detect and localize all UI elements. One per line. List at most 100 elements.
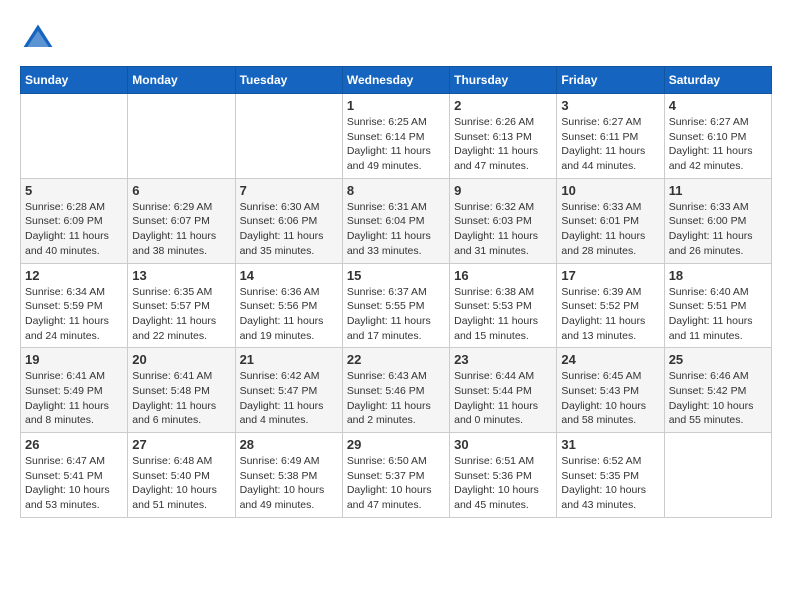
logo-icon (20, 20, 56, 56)
week-row-4: 19 Sunrise: 6:41 AM Sunset: 5:49 PM Dayli… (21, 348, 772, 433)
day-number: 13 (132, 268, 230, 283)
day-number: 26 (25, 437, 123, 452)
calendar-cell: 18Sunrise: 6:40 AM Sunset: 5:51 PM Dayli… (664, 263, 771, 348)
calendar-cell: 26 Sunrise: 6:47 AM Sunset: 5:41 PM Dayli… (21, 433, 128, 518)
day-info: Sunrise: 6:33 AM Sunset: 6:01 PM Dayligh… (561, 200, 659, 259)
day-info: Sunrise: 6:42 AM Sunset: 5:47 PM Dayligh… (240, 369, 338, 428)
day-info: Sunrise: 6:39 AM Sunset: 5:52 PM Dayligh… (561, 285, 659, 344)
day-info: Sunrise: 6:33 AM Sunset: 6:00 PM Dayligh… (669, 200, 767, 259)
day-number: 11 (669, 183, 767, 198)
calendar-table: SundayMondayTuesdayWednesdayThursdayFrid… (20, 66, 772, 518)
day-number: 3 (561, 98, 659, 113)
day-info: Sunrise: 6:27 AM Sunset: 6:10 PM Dayligh… (669, 115, 767, 174)
day-info: Sunrise: 6:47 AM Sunset: 5:41 PM Dayligh… (25, 454, 123, 513)
day-number: 23 (454, 352, 552, 367)
calendar-cell: 19 Sunrise: 6:41 AM Sunset: 5:49 PM Dayli… (21, 348, 128, 433)
day-number: 12 (25, 268, 123, 283)
calendar-cell: 9 Sunrise: 6:32 AM Sunset: 6:03 PM Daylig… (450, 178, 557, 263)
day-number: 21 (240, 352, 338, 367)
weekday-header-sunday: Sunday (21, 67, 128, 94)
calendar-cell: 24Sunrise: 6:45 AM Sunset: 5:43 PM Dayli… (557, 348, 664, 433)
weekday-header-friday: Friday (557, 67, 664, 94)
day-info: Sunrise: 6:41 AM Sunset: 5:49 PM Dayligh… (25, 369, 123, 428)
day-info: Sunrise: 6:32 AM Sunset: 6:03 PM Dayligh… (454, 200, 552, 259)
calendar-cell: 22 Sunrise: 6:43 AM Sunset: 5:46 PM Dayli… (342, 348, 449, 433)
calendar-cell: 23 Sunrise: 6:44 AM Sunset: 5:44 PM Dayli… (450, 348, 557, 433)
calendar-cell: 25 Sunrise: 6:46 AM Sunset: 5:42 PM Dayli… (664, 348, 771, 433)
day-info: Sunrise: 6:46 AM Sunset: 5:42 PM Dayligh… (669, 369, 767, 428)
logo (20, 20, 62, 56)
calendar-cell: 16 Sunrise: 6:38 AM Sunset: 5:53 PM Dayli… (450, 263, 557, 348)
day-number: 16 (454, 268, 552, 283)
day-number: 15 (347, 268, 445, 283)
day-info: Sunrise: 6:48 AM Sunset: 5:40 PM Dayligh… (132, 454, 230, 513)
day-number: 17 (561, 268, 659, 283)
week-row-5: 26 Sunrise: 6:47 AM Sunset: 5:41 PM Dayli… (21, 433, 772, 518)
day-number: 8 (347, 183, 445, 198)
calendar-cell: 28 Sunrise: 6:49 AM Sunset: 5:38 PM Dayli… (235, 433, 342, 518)
day-info: Sunrise: 6:52 AM Sunset: 5:35 PM Dayligh… (561, 454, 659, 513)
day-number: 22 (347, 352, 445, 367)
calendar-cell: 20Sunrise: 6:41 AM Sunset: 5:48 PM Dayli… (128, 348, 235, 433)
day-number: 24 (561, 352, 659, 367)
day-number: 14 (240, 268, 338, 283)
calendar-cell: 31 Sunrise: 6:52 AM Sunset: 5:35 PM Dayli… (557, 433, 664, 518)
day-number: 5 (25, 183, 123, 198)
day-number: 25 (669, 352, 767, 367)
day-info: Sunrise: 6:28 AM Sunset: 6:09 PM Dayligh… (25, 200, 123, 259)
day-info: Sunrise: 6:34 AM Sunset: 5:59 PM Dayligh… (25, 285, 123, 344)
day-number: 27 (132, 437, 230, 452)
calendar-cell: 1 Sunrise: 6:25 AM Sunset: 6:14 PM Daylig… (342, 94, 449, 179)
calendar-cell (128, 94, 235, 179)
day-number: 30 (454, 437, 552, 452)
day-info: Sunrise: 6:37 AM Sunset: 5:55 PM Dayligh… (347, 285, 445, 344)
weekday-header-saturday: Saturday (664, 67, 771, 94)
weekday-header-wednesday: Wednesday (342, 67, 449, 94)
day-info: Sunrise: 6:44 AM Sunset: 5:44 PM Dayligh… (454, 369, 552, 428)
calendar-cell: 14Sunrise: 6:36 AM Sunset: 5:56 PM Dayli… (235, 263, 342, 348)
week-row-3: 12 Sunrise: 6:34 AM Sunset: 5:59 PM Dayli… (21, 263, 772, 348)
calendar-cell: 30 Sunrise: 6:51 AM Sunset: 5:36 PM Dayli… (450, 433, 557, 518)
calendar-cell: 27 Sunrise: 6:48 AM Sunset: 5:40 PM Dayli… (128, 433, 235, 518)
day-number: 10 (561, 183, 659, 198)
day-number: 1 (347, 98, 445, 113)
day-number: 7 (240, 183, 338, 198)
week-row-2: 5 Sunrise: 6:28 AM Sunset: 6:09 PM Daylig… (21, 178, 772, 263)
calendar-cell: 21 Sunrise: 6:42 AM Sunset: 5:47 PM Dayli… (235, 348, 342, 433)
day-info: Sunrise: 6:43 AM Sunset: 5:46 PM Dayligh… (347, 369, 445, 428)
day-number: 31 (561, 437, 659, 452)
calendar-cell: 10 Sunrise: 6:33 AM Sunset: 6:01 PM Dayli… (557, 178, 664, 263)
day-info: Sunrise: 6:38 AM Sunset: 5:53 PM Dayligh… (454, 285, 552, 344)
day-info: Sunrise: 6:35 AM Sunset: 5:57 PM Dayligh… (132, 285, 230, 344)
calendar-cell: 29Sunrise: 6:50 AM Sunset: 5:37 PM Dayli… (342, 433, 449, 518)
day-number: 6 (132, 183, 230, 198)
weekday-header-tuesday: Tuesday (235, 67, 342, 94)
day-number: 19 (25, 352, 123, 367)
day-info: Sunrise: 6:51 AM Sunset: 5:36 PM Dayligh… (454, 454, 552, 513)
calendar-cell: 7Sunrise: 6:30 AM Sunset: 6:06 PM Daylig… (235, 178, 342, 263)
day-number: 28 (240, 437, 338, 452)
day-info: Sunrise: 6:49 AM Sunset: 5:38 PM Dayligh… (240, 454, 338, 513)
day-number: 29 (347, 437, 445, 452)
weekday-header-row: SundayMondayTuesdayWednesdayThursdayFrid… (21, 67, 772, 94)
day-info: Sunrise: 6:26 AM Sunset: 6:13 PM Dayligh… (454, 115, 552, 174)
calendar-cell (235, 94, 342, 179)
day-info: Sunrise: 6:27 AM Sunset: 6:11 PM Dayligh… (561, 115, 659, 174)
calendar-cell: 6 Sunrise: 6:29 AM Sunset: 6:07 PM Daylig… (128, 178, 235, 263)
day-info: Sunrise: 6:25 AM Sunset: 6:14 PM Dayligh… (347, 115, 445, 174)
calendar-cell: 2Sunrise: 6:26 AM Sunset: 6:13 PM Daylig… (450, 94, 557, 179)
calendar-cell: 15 Sunrise: 6:37 AM Sunset: 5:55 PM Dayli… (342, 263, 449, 348)
day-number: 4 (669, 98, 767, 113)
calendar-cell: 4 Sunrise: 6:27 AM Sunset: 6:10 PM Daylig… (664, 94, 771, 179)
calendar-cell: 5 Sunrise: 6:28 AM Sunset: 6:09 PM Daylig… (21, 178, 128, 263)
calendar-cell (21, 94, 128, 179)
calendar-cell: 17 Sunrise: 6:39 AM Sunset: 5:52 PM Dayli… (557, 263, 664, 348)
day-info: Sunrise: 6:29 AM Sunset: 6:07 PM Dayligh… (132, 200, 230, 259)
calendar-cell: 3 Sunrise: 6:27 AM Sunset: 6:11 PM Daylig… (557, 94, 664, 179)
calendar-cell: 11 Sunrise: 6:33 AM Sunset: 6:00 PM Dayli… (664, 178, 771, 263)
day-info: Sunrise: 6:31 AM Sunset: 6:04 PM Dayligh… (347, 200, 445, 259)
day-number: 9 (454, 183, 552, 198)
page-header (20, 20, 772, 56)
calendar-cell: 13 Sunrise: 6:35 AM Sunset: 5:57 PM Dayli… (128, 263, 235, 348)
day-info: Sunrise: 6:41 AM Sunset: 5:48 PM Dayligh… (132, 369, 230, 428)
